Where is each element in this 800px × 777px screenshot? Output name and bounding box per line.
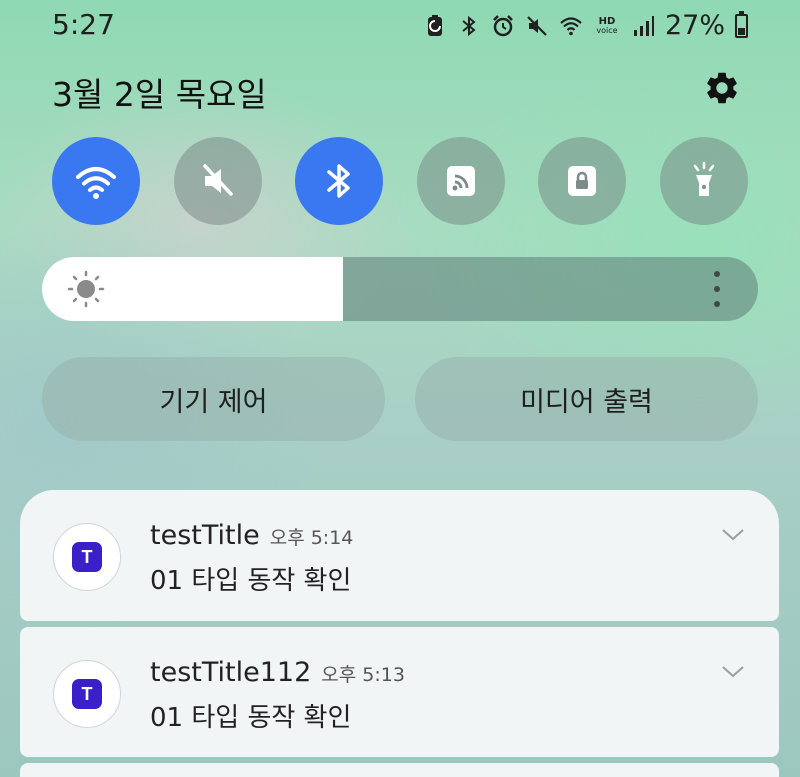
wifi-icon [76, 167, 116, 199]
status-time: 5:27 [52, 8, 115, 41]
battery-percent: 27% [664, 10, 725, 41]
wifi-toggle[interactable] [52, 137, 140, 225]
signal-icon [631, 12, 655, 40]
chevron-down-icon[interactable] [720, 524, 746, 544]
status-icons: HD voice 27% [423, 10, 748, 41]
gear-icon [707, 72, 737, 104]
notification-card[interactable]: T testTitle 오후 5:14 01 타입 동작 확인 [20, 490, 779, 621]
flashlight-icon [693, 161, 715, 196]
notification-card[interactable]: T testTitle112 오후 5:13 01 타입 동작 확인 [20, 627, 779, 757]
notification-body: 01 타입 동작 확인 [150, 566, 352, 596]
nfc-toggle[interactable] [416, 137, 505, 225]
hd-label: HD [598, 15, 616, 27]
more-options-icon[interactable] [712, 271, 722, 307]
mute-icon [202, 164, 233, 196]
flashlight-toggle[interactable] [660, 137, 748, 225]
bluetooth-icon [457, 12, 481, 40]
rotation-lock-toggle[interactable] [538, 137, 627, 225]
lock-rotation-icon [568, 166, 597, 196]
app-icon: T [53, 523, 121, 591]
notification-title: testTitle [150, 520, 260, 551]
media-output-button[interactable]: 미디어 출력 [415, 357, 758, 441]
device-control-button[interactable]: 기기 제어 [42, 357, 385, 441]
wifi-icon [559, 12, 583, 40]
app-letter: T [72, 679, 102, 709]
mute-icon [525, 12, 549, 40]
notification-title: testTitle112 [150, 657, 312, 688]
battery-icon [735, 10, 748, 38]
app-letter: T [72, 542, 102, 572]
notification-time: 오후 5:14 [269, 527, 354, 549]
quick-toggles [52, 137, 748, 225]
chevron-down-icon[interactable] [720, 661, 746, 681]
settings-button[interactable] [700, 66, 744, 110]
bluetooth-icon [327, 164, 350, 198]
hd-sub-label: voice [596, 25, 618, 35]
date-label: 3월 2일 목요일 [52, 75, 267, 114]
sound-toggle[interactable] [173, 137, 262, 225]
hd-voice-icon: HD voice [593, 15, 621, 35]
notification-title-row: testTitle 오후 5:14 [150, 520, 353, 551]
notification-time: 오후 5:13 [321, 664, 405, 686]
notification-body: 01 타입 동작 확인 [150, 703, 352, 733]
app-icon: T [53, 660, 121, 728]
nfc-icon [446, 166, 475, 196]
notification-title-row: testTitle112 오후 5:13 [150, 657, 405, 688]
notification-card-partial[interactable] [20, 763, 779, 777]
sun-icon [67, 270, 105, 308]
status-bar: 5:27 HD voice 27% [0, 0, 800, 50]
brightness-slider[interactable] [42, 257, 758, 321]
alarm-icon [491, 12, 515, 40]
battery-saver-icon [423, 12, 447, 40]
bluetooth-toggle[interactable] [295, 137, 384, 225]
